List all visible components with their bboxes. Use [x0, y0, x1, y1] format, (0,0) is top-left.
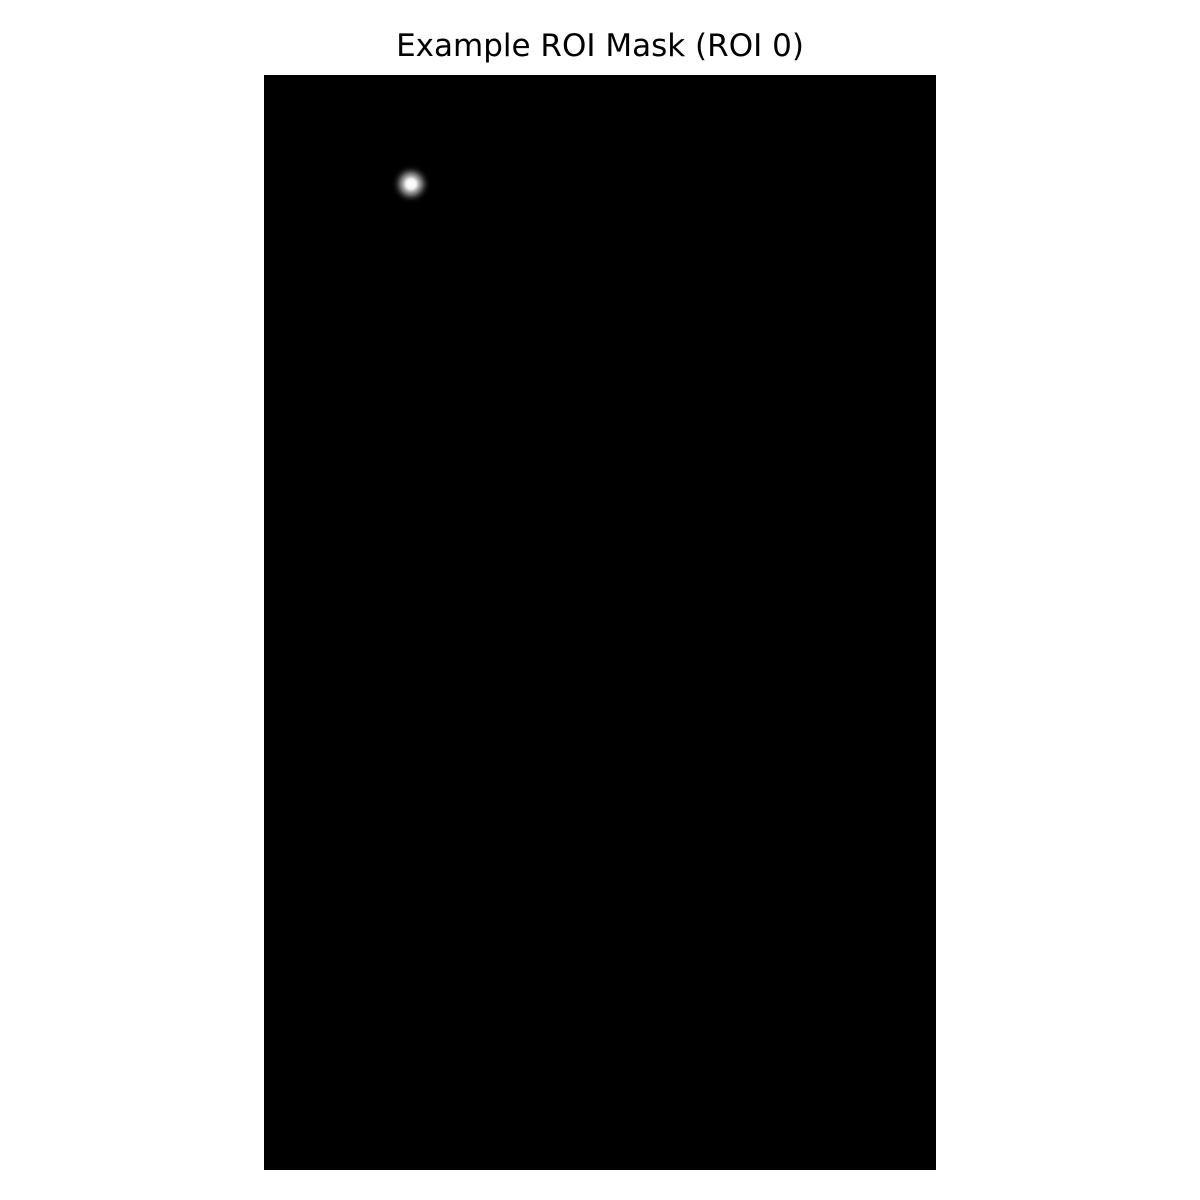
figure-title: Example ROI Mask (ROI 0) — [396, 28, 804, 64]
roi-blob-graphic — [391, 164, 432, 204]
roi-blob — [386, 160, 436, 210]
figure: Example ROI Mask (ROI 0) — [0, 0, 1200, 1200]
roi-mask-image — [264, 75, 936, 1170]
